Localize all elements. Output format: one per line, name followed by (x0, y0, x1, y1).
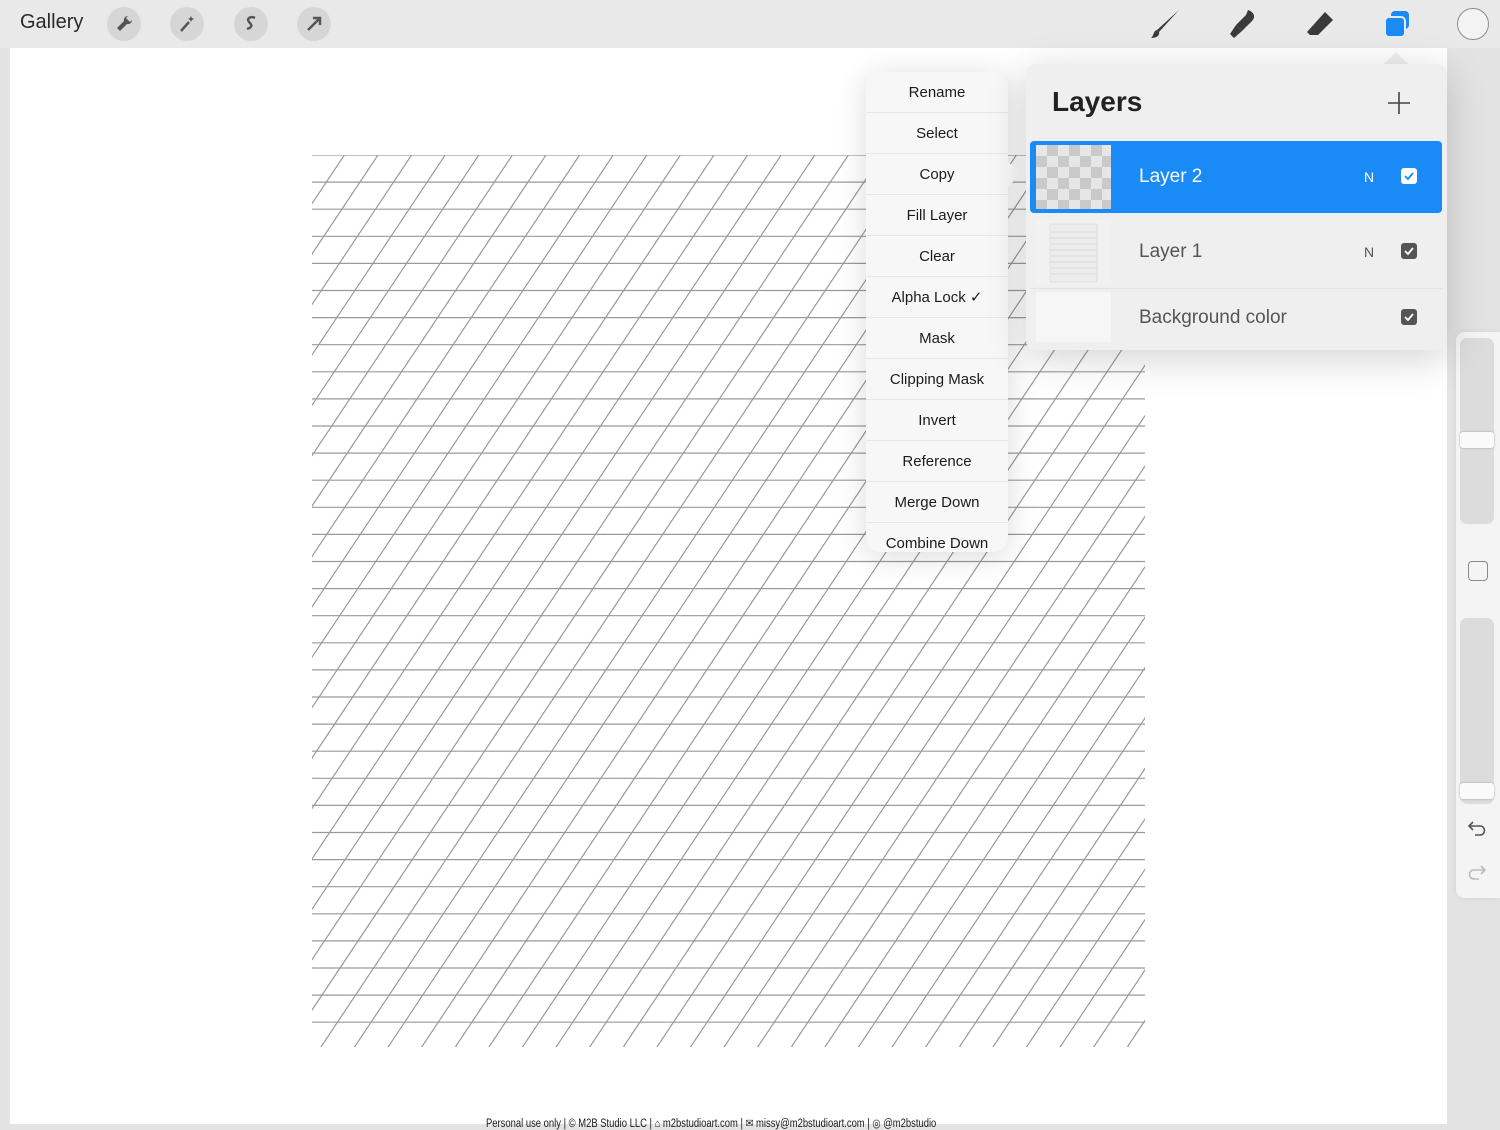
layers-panel-title: Layers (1052, 86, 1143, 117)
layer-name: Layer 2 (1139, 166, 1203, 187)
layers-panel: Layers Layer 2 N Layer 1 N Background co… (1026, 64, 1447, 350)
panel-pointer (1384, 52, 1408, 64)
visibility-checkbox[interactable] (1401, 243, 1417, 259)
layer-row-layer-2[interactable]: Layer 2 N (1030, 141, 1442, 213)
side-toolbar (1456, 332, 1500, 898)
opacity-slider[interactable] (1460, 618, 1494, 804)
menu-item-clear[interactable]: Clear (866, 236, 1008, 277)
modify-button[interactable] (1468, 561, 1488, 581)
visibility-checkbox[interactable] (1401, 168, 1417, 184)
gallery-button[interactable]: Gallery (20, 11, 83, 34)
add-layer-icon[interactable] (1386, 90, 1412, 116)
checkmark-icon (1404, 247, 1414, 256)
layer-name: Layer 1 (1139, 241, 1203, 262)
menu-item-alpha-lock[interactable]: Alpha Lock ✓ (866, 277, 1008, 318)
layer-row-layer-1[interactable]: Layer 1 N (1030, 216, 1442, 289)
redo-icon[interactable] (1466, 862, 1488, 889)
menu-item-rename[interactable]: Rename (866, 72, 1008, 113)
layers-icon[interactable] (1377, 4, 1417, 44)
layer-thumbnail (1036, 145, 1111, 209)
checkmark-icon (1404, 172, 1414, 181)
menu-item-fill-layer[interactable]: Fill Layer (866, 195, 1008, 236)
menu-item-copy[interactable]: Copy (866, 154, 1008, 195)
menu-item-reference[interactable]: Reference (866, 441, 1008, 482)
menu-item-merge-down[interactable]: Merge Down (866, 482, 1008, 523)
top-toolbar: Gallery (0, 0, 1500, 48)
layer-row-background-color[interactable]: Background color (1030, 282, 1442, 348)
layer-name: Background color (1139, 307, 1287, 328)
eraser-icon[interactable] (1300, 4, 1340, 44)
menu-item-combine-down[interactable]: Combine Down (866, 523, 1008, 563)
selection-s-icon[interactable] (234, 7, 268, 41)
layer-thumbnail (1036, 220, 1111, 284)
brush-size-slider-handle[interactable] (1460, 431, 1494, 448)
blend-mode-button[interactable]: N (1364, 169, 1374, 185)
transform-arrow-icon[interactable] (297, 7, 331, 41)
menu-item-select[interactable]: Select (866, 113, 1008, 154)
undo-icon[interactable] (1466, 818, 1488, 845)
brush-icon[interactable] (1146, 4, 1186, 44)
smudge-icon[interactable] (1223, 4, 1263, 44)
visibility-checkbox[interactable] (1401, 309, 1417, 325)
color-picker-button[interactable] (1457, 8, 1489, 40)
checkmark-icon (1404, 313, 1414, 322)
blend-mode-button[interactable]: N (1364, 244, 1374, 260)
background-color-swatch (1036, 292, 1111, 342)
menu-item-mask[interactable]: Mask (866, 318, 1008, 359)
layer-options-menu: Rename Select Copy Fill Layer Clear Alph… (866, 72, 1008, 552)
canvas-footer-text: Personal use only | © M2B Studio LLC | ⌂… (486, 1118, 937, 1130)
menu-item-clipping-mask[interactable]: Clipping Mask (866, 359, 1008, 400)
brush-size-slider[interactable] (1460, 338, 1494, 524)
magic-wand-icon[interactable] (170, 7, 204, 41)
menu-item-invert[interactable]: Invert (866, 400, 1008, 441)
opacity-slider-handle[interactable] (1460, 782, 1494, 799)
wrench-icon[interactable] (107, 7, 141, 41)
menu-pointer (1006, 160, 1022, 188)
